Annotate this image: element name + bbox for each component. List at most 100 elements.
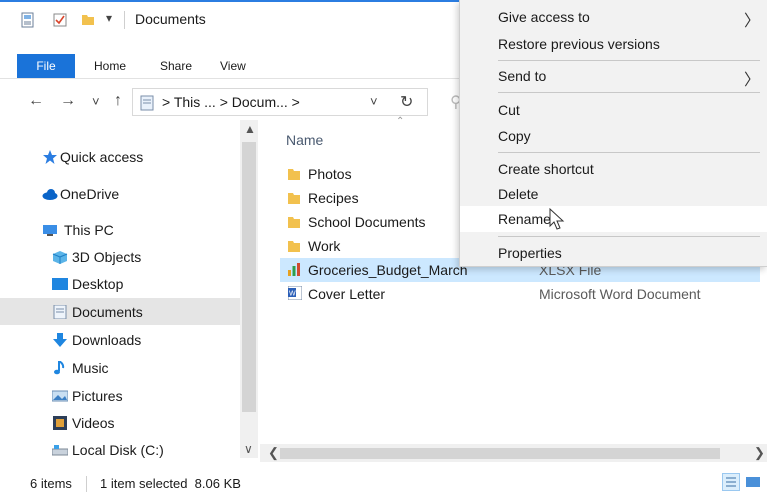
folder-icon — [288, 241, 300, 252]
file-type: Microsoft Word Document — [539, 286, 701, 302]
menu-separator — [498, 92, 760, 93]
sidebar-item-downloads[interactable]: Downloads — [0, 326, 240, 353]
sidebar-item-label: Documents — [72, 303, 143, 320]
sidebar-item-label: Downloads — [72, 331, 142, 348]
sidebar-item-label: Desktop — [72, 275, 124, 292]
file-name: School Documents — [308, 214, 426, 230]
submenu-arrow-icon: 〉 — [744, 13, 761, 30]
large-icons-view-icon[interactable] — [744, 473, 762, 491]
menu-item-copy[interactable]: Copy — [460, 123, 767, 149]
file-row[interactable]: W Cover Letter Microsoft Word Document — [280, 282, 760, 306]
menu-item-restore-previous-versions[interactable]: Restore previous versions — [460, 31, 767, 57]
navigation-pane-scrollbar[interactable]: ▲ ∨ — [240, 120, 258, 458]
menu-item-label: Copy — [498, 128, 531, 144]
file-list-horizontal-scrollbar[interactable]: ❮ ❯ — [260, 444, 767, 462]
menu-separator — [498, 152, 760, 153]
sidebar-item-label: Music — [72, 359, 109, 376]
sidebar-item-local-disk[interactable]: Local Disk (C:) — [0, 436, 240, 463]
menu-item-rename[interactable]: Rename — [460, 206, 767, 232]
folder-icon — [288, 169, 300, 180]
download-icon — [53, 332, 67, 347]
menu-item-label: Delete — [498, 186, 539, 202]
scrollbar-thumb[interactable] — [280, 448, 720, 459]
menu-item-give-access[interactable]: Give access to 〉 — [460, 4, 767, 30]
sidebar-item-label: Local Disk (C:) — [72, 441, 164, 458]
back-icon[interactable]: ← — [28, 92, 44, 110]
sidebar-item-onedrive[interactable]: OneDrive — [0, 180, 240, 207]
navigation-pane: Quick access OneDrive This PC 3D Objects… — [0, 120, 258, 458]
star-icon — [43, 149, 57, 164]
sidebar-item-this-pc[interactable]: This PC — [0, 216, 240, 243]
tab-file[interactable]: File — [17, 54, 75, 78]
tab-home[interactable]: Home — [94, 54, 126, 78]
up-icon[interactable]: ↑ — [114, 92, 122, 110]
sidebar-item-label: Quick access — [60, 148, 144, 165]
music-icon — [54, 360, 65, 374]
properties-icon[interactable] — [20, 12, 36, 28]
sidebar-item-quick-access[interactable]: Quick access — [0, 143, 240, 170]
scrollbar-thumb[interactable] — [242, 142, 256, 412]
sidebar-item-label: 3D Objects — [72, 248, 142, 265]
sidebar-item-documents[interactable]: Documents — [0, 298, 240, 325]
column-header-name[interactable]: Name — [286, 132, 323, 148]
submenu-arrow-icon: 〉 — [744, 72, 761, 89]
refresh-icon[interactable]: ↻ — [400, 92, 413, 112]
details-view-icon[interactable] — [722, 473, 740, 491]
svg-text:W: W — [289, 291, 296, 298]
menu-item-label: Give access to — [498, 9, 590, 25]
sidebar-item-desktop[interactable]: Desktop — [0, 270, 240, 297]
computer-icon — [43, 224, 57, 236]
context-menu: Give access to 〉 Restore previous versio… — [459, 0, 767, 267]
sidebar-item-label: Pictures — [72, 387, 123, 404]
selection-info: 1 item selected 8.06 KB — [100, 476, 241, 491]
menu-separator — [498, 60, 760, 61]
file-name: Recipes — [308, 190, 359, 206]
videos-icon — [53, 415, 67, 430]
sidebar-item-pictures[interactable]: Pictures — [0, 382, 240, 409]
folder-icon — [288, 217, 300, 228]
menu-item-cut[interactable]: Cut — [460, 97, 767, 123]
title-separator — [124, 11, 125, 29]
word-icon: W — [288, 286, 302, 300]
menu-item-label: Create shortcut — [498, 161, 594, 177]
sidebar-item-videos[interactable]: Videos — [0, 409, 240, 436]
menu-item-delete[interactable]: Delete — [460, 181, 767, 207]
scroll-left-icon[interactable]: ❮ — [268, 445, 279, 461]
menu-item-create-shortcut[interactable]: Create shortcut — [460, 156, 767, 182]
file-name: Cover Letter — [308, 286, 386, 302]
scroll-up-icon[interactable]: ▲ — [244, 122, 256, 136]
file-name: Photos — [308, 166, 352, 182]
disk-icon — [52, 444, 68, 455]
quick-access-dropdown-icon[interactable]: ▾ — [106, 11, 112, 25]
forward-icon[interactable]: → — [60, 92, 76, 110]
menu-separator — [498, 236, 760, 237]
scroll-right-icon[interactable]: ❯ — [754, 445, 765, 461]
check-icon[interactable] — [52, 12, 68, 28]
documents-icon — [140, 95, 154, 111]
sidebar-item-3d-objects[interactable]: 3D Objects — [0, 243, 240, 270]
menu-item-label: Properties — [498, 245, 562, 261]
sort-indicator-icon: ⌃ — [396, 116, 405, 127]
mouse-pointer-icon — [549, 208, 565, 230]
sidebar-item-label: Videos — [72, 414, 115, 431]
cloud-icon — [42, 188, 58, 200]
address-path[interactable]: > This ... > Docum... > — [162, 94, 300, 110]
scroll-down-icon[interactable]: ∨ — [244, 442, 253, 456]
address-dropdown-icon[interactable]: ˅ — [370, 94, 378, 109]
tab-view[interactable]: View — [220, 54, 246, 78]
item-count: 6 items — [30, 476, 72, 491]
menu-item-send-to[interactable]: Send to 〉 — [460, 63, 767, 89]
folder-icon — [288, 193, 300, 204]
excel-icon — [288, 263, 300, 276]
folder-icon[interactable] — [80, 12, 96, 28]
recent-locations-icon[interactable]: ˅ — [92, 94, 100, 109]
menu-item-label: Send to — [498, 68, 547, 84]
menu-item-label: Rename — [498, 211, 551, 227]
menu-item-properties[interactable]: Properties — [460, 240, 767, 266]
sidebar-item-label: OneDrive — [60, 185, 120, 202]
window-title: Documents — [135, 11, 206, 27]
sidebar-item-music[interactable]: Music — [0, 354, 240, 381]
status-separator — [86, 476, 87, 492]
sidebar-item-label: This PC — [64, 221, 114, 238]
tab-share[interactable]: Share — [160, 54, 192, 78]
